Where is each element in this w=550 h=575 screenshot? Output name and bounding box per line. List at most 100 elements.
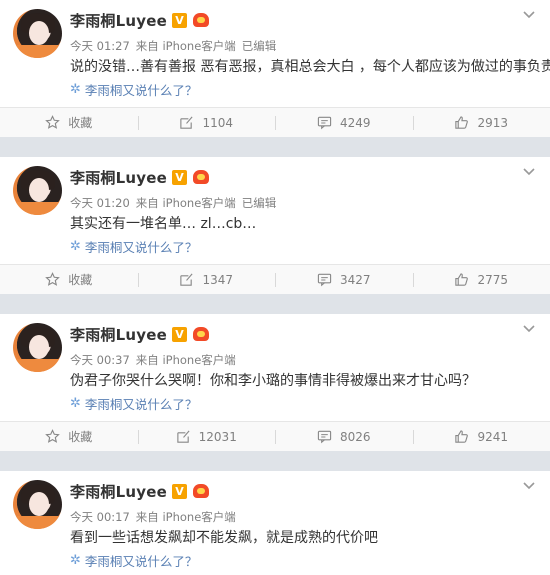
post-separator [0,451,550,459]
topic-sparkle-icon: ✲ [70,396,81,411]
avatar[interactable] [13,166,62,215]
repost-button[interactable]: 1347 [137,265,276,294]
verified-badge-icon: V [171,169,187,185]
repost-count: 1347 [202,272,234,287]
action-bar: 收藏 12031 8026 9241 [0,421,550,451]
chevron-down-icon[interactable] [522,481,536,491]
favorite-button[interactable]: 收藏 [0,422,138,451]
favorite-label: 收藏 [68,430,93,444]
verified-badge-icon: V [171,12,187,28]
favorite-label: 收藏 [68,273,93,287]
comment-count: 3427 [339,272,371,287]
repost-button[interactable]: 1104 [137,108,276,137]
topic-sparkle-icon: ✲ [70,553,81,568]
weibo-feed: 李雨桐Luyee V 今天 01:27 来自 iPhone客户端 已编辑 说的没… [0,0,550,575]
comment-count: 4249 [339,115,371,130]
topic-tag[interactable]: ✲ 李雨桐又说什么了？ [70,551,197,570]
post-source: 来自 iPhone客户端 [135,510,236,524]
post-time[interactable]: 今天 00:37 [70,352,130,368]
avatar[interactable] [13,9,62,58]
avatar[interactable] [13,480,62,529]
topic-tag[interactable]: ✲ 李雨桐又说什么了？ [70,80,197,99]
post-body: 李雨桐Luyee V 今天 01:20 来自 iPhone客户端 已编辑 其实还… [0,157,550,264]
name-row: 李雨桐Luyee V [70,10,210,30]
repost-icon [176,430,190,443]
thumbs-up-icon [455,430,469,443]
comment-icon [317,430,332,444]
star-icon [45,429,61,443]
post-time[interactable]: 今天 01:20 [70,195,130,211]
like-button[interactable]: 2775 [412,265,550,294]
user-name[interactable]: 李雨桐Luyee [70,481,167,502]
post-separator [0,137,550,145]
post-source: 来自 iPhone客户端 [135,196,236,210]
topic-tag-label[interactable]: 李雨桐又说什么了？ [85,80,198,99]
avatar[interactable] [13,323,62,372]
post-text: 说的没错…善有善报 恶有恶报，真相总会大白 ，每个人都应该为做过的事负责 [70,59,550,75]
star-icon [45,272,61,286]
repost-icon [180,116,194,129]
vip-crown-icon [192,326,210,342]
like-button[interactable]: 2913 [412,108,550,137]
post-source: 来自 iPhone客户端 [135,353,236,367]
user-name[interactable]: 李雨桐Luyee [70,10,167,31]
post-source: 来自 iPhone客户端 [135,39,236,53]
comment-button[interactable]: 8026 [275,422,413,451]
chevron-down-icon[interactable] [522,10,536,20]
favorite-label: 收藏 [68,116,93,130]
like-count: 2913 [477,115,509,130]
post-card: 李雨桐Luyee V 今天 00:37 来自 iPhone客户端 伪君子你哭什么… [0,314,550,451]
post-card: 李雨桐Luyee V 今天 00:17 来自 iPhone客户端 看到一些话想发… [0,471,550,575]
topic-sparkle-icon: ✲ [70,82,81,97]
user-name[interactable]: 李雨桐Luyee [70,324,167,345]
star-icon [45,115,61,129]
favorite-button[interactable]: 收藏 [0,265,138,294]
topic-tag-label[interactable]: 李雨桐又说什么了？ [85,237,198,256]
repost-icon [180,273,194,286]
comment-button[interactable]: 4249 [275,108,413,137]
name-row: 李雨桐Luyee V [70,481,210,501]
vip-crown-icon [192,12,210,28]
post-card: 李雨桐Luyee V 今天 01:27 来自 iPhone客户端 已编辑 说的没… [0,0,550,137]
post-meta: 今天 00:37 来自 iPhone客户端 [70,352,236,368]
topic-sparkle-icon: ✲ [70,239,81,254]
topic-tag[interactable]: ✲ 李雨桐又说什么了？ [70,394,197,413]
comment-icon [317,273,332,287]
post-text: 看到一些话想发飙却不能发飙，就是成熟的代价吧 [70,530,378,546]
name-row: 李雨桐Luyee V [70,324,210,344]
post-text: 其实还有一堆名单… zl…cb… [70,216,257,232]
post-body: 李雨桐Luyee V 今天 00:17 来自 iPhone客户端 看到一些话想发… [0,471,550,575]
post-meta: 今天 00:17 来自 iPhone客户端 [70,509,236,525]
like-count: 2775 [477,272,509,287]
repost-count: 12031 [198,429,237,444]
name-row: 李雨桐Luyee V [70,167,210,187]
repost-count: 1104 [202,115,234,130]
vip-crown-icon [192,169,210,185]
verified-badge-icon: V [171,326,187,342]
comment-button[interactable]: 3427 [275,265,413,294]
favorite-button[interactable]: 收藏 [0,108,138,137]
like-button[interactable]: 9241 [412,422,550,451]
edited-label[interactable]: 已编辑 [242,38,277,54]
post-text: 伪君子你哭什么哭啊！你和李小璐的事情非得被爆出来才甘心吗？ [70,373,476,389]
post-body: 李雨桐Luyee V 今天 01:27 来自 iPhone客户端 已编辑 说的没… [0,0,550,107]
comment-count: 8026 [339,429,371,444]
post-time[interactable]: 今天 00:17 [70,509,130,525]
post-meta: 今天 01:27 来自 iPhone客户端 已编辑 [70,38,276,54]
user-name[interactable]: 李雨桐Luyee [70,167,167,188]
verified-badge-icon: V [171,483,187,499]
thumbs-up-icon [455,116,469,129]
repost-button[interactable]: 12031 [137,422,276,451]
chevron-down-icon[interactable] [522,167,536,177]
vip-crown-icon [192,483,210,499]
topic-tag-label[interactable]: 李雨桐又说什么了？ [85,551,198,570]
topic-tag-label[interactable]: 李雨桐又说什么了？ [85,394,198,413]
chevron-down-icon[interactable] [522,324,536,334]
action-bar: 收藏 1347 3427 2775 [0,264,550,294]
topic-tag[interactable]: ✲ 李雨桐又说什么了？ [70,237,197,256]
post-time[interactable]: 今天 01:27 [70,38,130,54]
post-card: 李雨桐Luyee V 今天 01:20 来自 iPhone客户端 已编辑 其实还… [0,157,550,294]
action-bar: 收藏 1104 4249 2913 [0,107,550,137]
edited-label[interactable]: 已编辑 [242,195,277,211]
post-separator [0,294,550,302]
